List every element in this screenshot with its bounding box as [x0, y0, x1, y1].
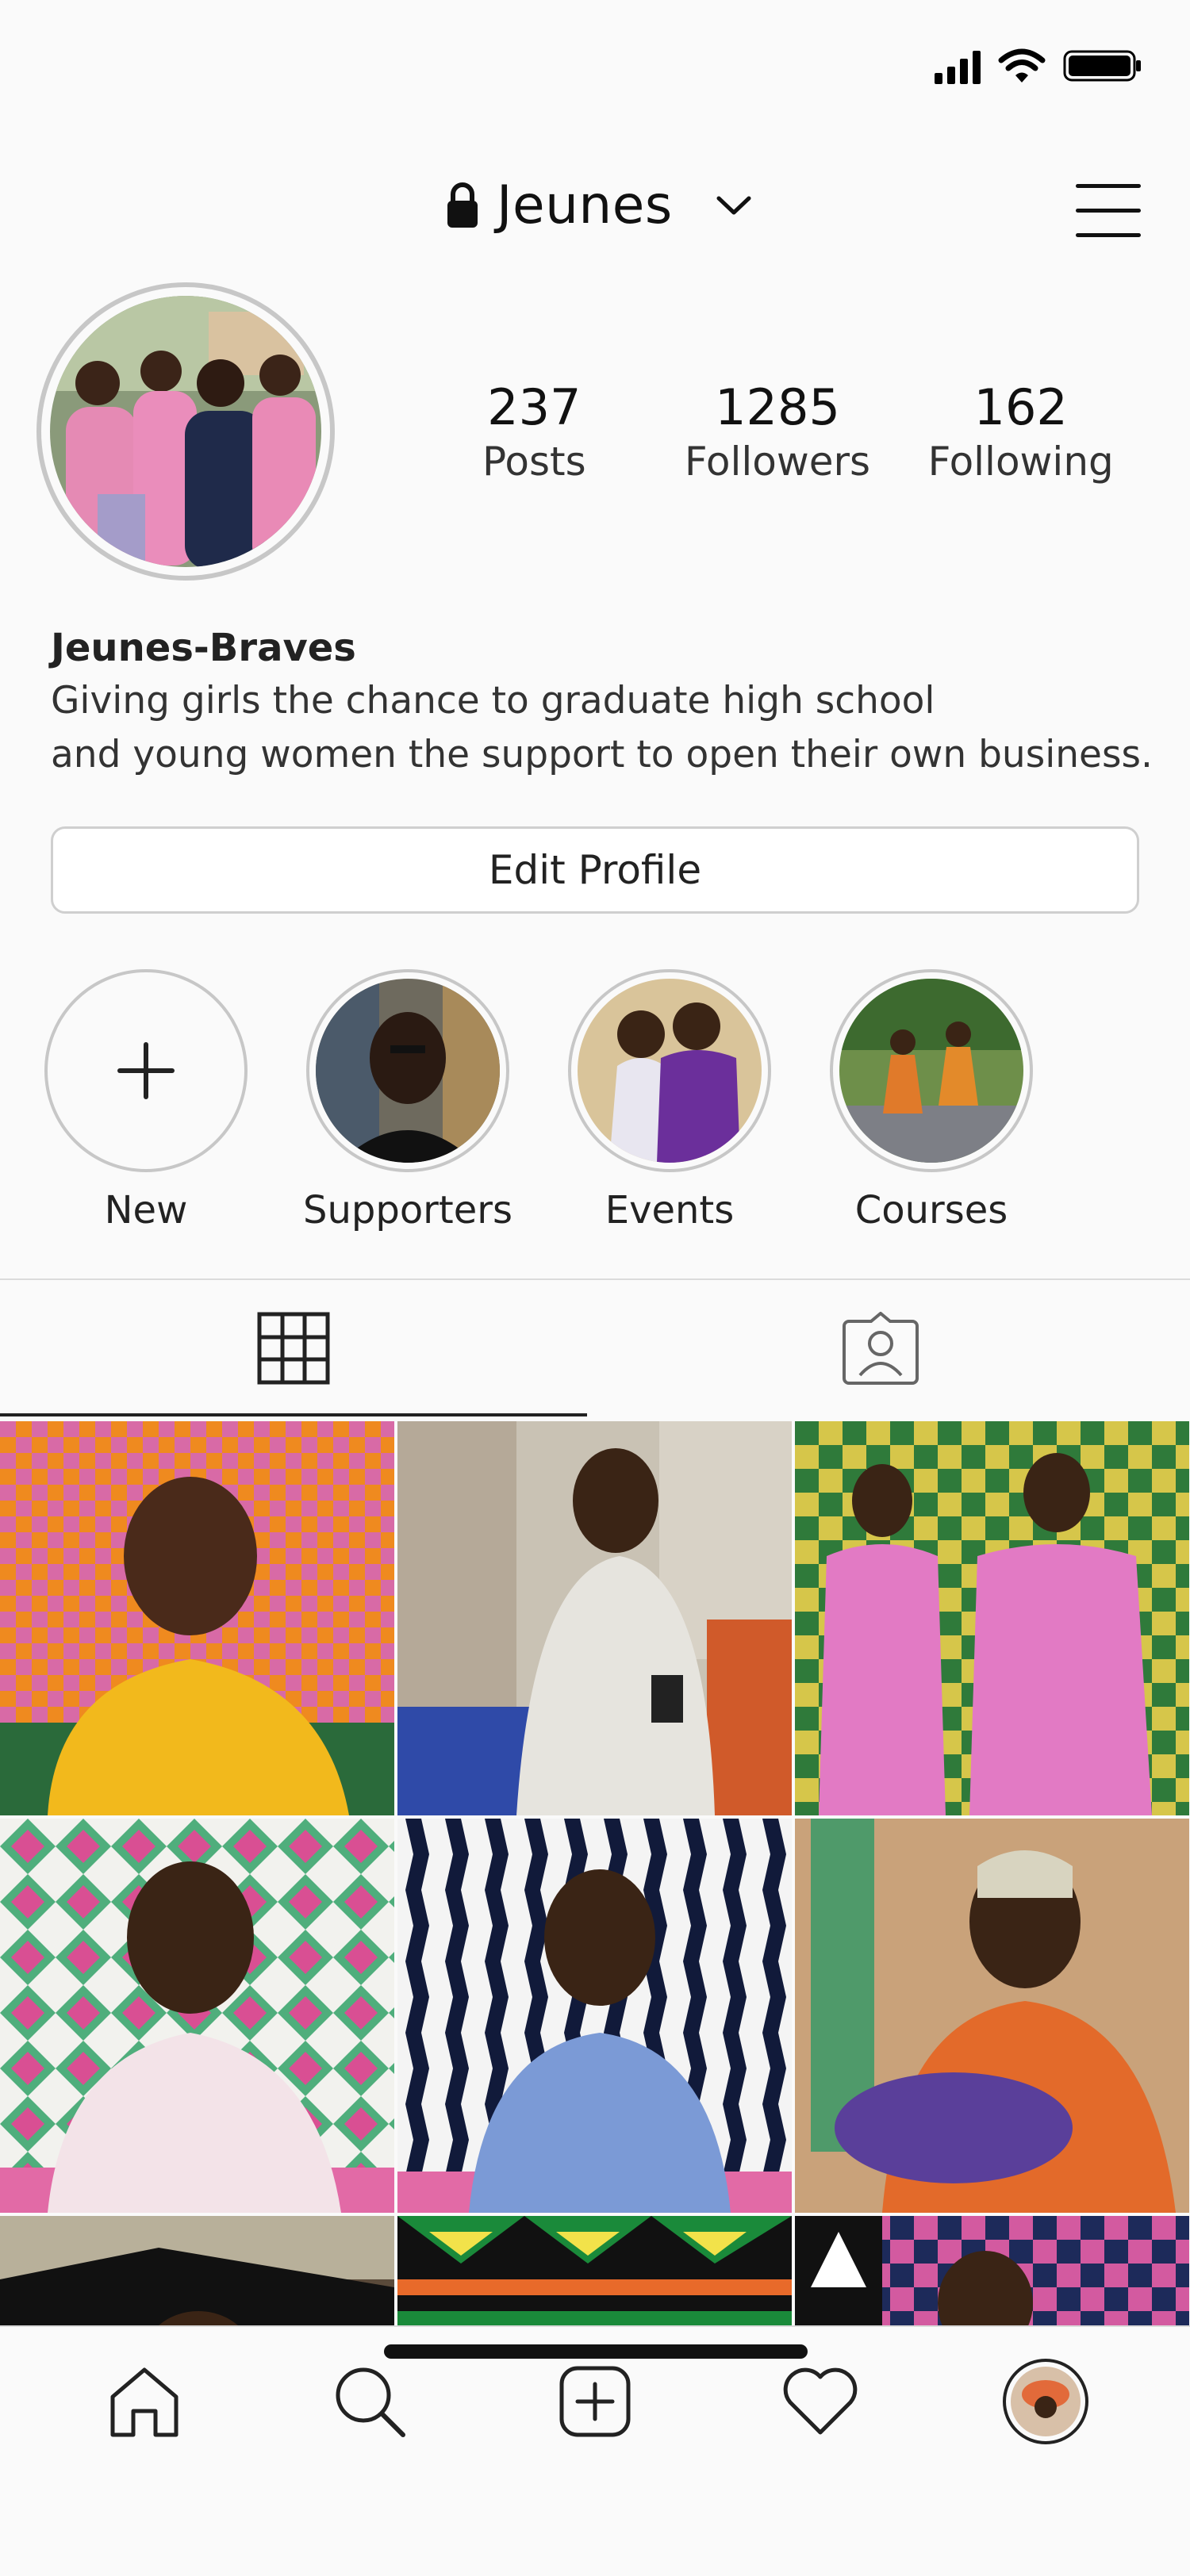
followers-label: Followers — [684, 439, 871, 485]
highlight-label: New — [104, 1188, 188, 1232]
add-post-icon — [559, 2366, 631, 2437]
profile-stats: 237 Posts 1285 Followers 162 Following — [413, 379, 1142, 487]
highlight-cover — [578, 979, 762, 1163]
cellular-signal-icon — [935, 48, 981, 84]
highlight-label: Courses — [854, 1188, 1008, 1232]
nav-home[interactable] — [97, 2354, 192, 2449]
tagged-person-icon — [843, 1312, 919, 1385]
post-thumbnail[interactable] — [397, 1819, 792, 2213]
bio-line-1: Giving girls the chance to graduate high… — [51, 679, 935, 723]
profile-tabs — [0, 1280, 1190, 1416]
highlight-label: Events — [605, 1188, 735, 1232]
profile-photo — [50, 296, 321, 567]
highlight-new[interactable]: New — [43, 969, 249, 1232]
new-highlight-circle[interactable] — [44, 969, 248, 1172]
post-thumbnail[interactable] — [397, 1421, 792, 1815]
stat-following[interactable]: 162 Following — [899, 379, 1142, 487]
stat-posts[interactable]: 237 Posts — [413, 379, 656, 487]
wifi-icon — [998, 48, 1046, 84]
highlight-events[interactable]: Events — [566, 969, 773, 1232]
lock-icon — [447, 182, 478, 228]
status-bar — [935, 48, 1142, 84]
username-title: Jeunes — [497, 174, 673, 236]
battery-icon — [1063, 48, 1142, 83]
tab-grid[interactable] — [0, 1280, 587, 1416]
highlight-circle[interactable] — [568, 969, 771, 1172]
display-name: Jeunes-Braves — [51, 626, 356, 670]
post-thumbnail[interactable] — [0, 1819, 394, 2213]
highlight-circle[interactable] — [306, 969, 509, 1172]
post-thumbnail[interactable] — [0, 1421, 394, 1815]
bottom-nav — [0, 2325, 1190, 2576]
stat-followers[interactable]: 1285 Followers — [656, 379, 900, 487]
highlight-cover — [839, 979, 1023, 1163]
instagram-profile-screen: Jeunes 237 Posts 1285 Followers 162 Foll… — [0, 0, 1190, 2576]
following-label: Following — [927, 439, 1114, 485]
account-switcher[interactable]: Jeunes — [444, 174, 752, 236]
chevron-down-icon[interactable] — [716, 194, 752, 217]
highlight-label: Supporters — [302, 1188, 513, 1232]
plus-icon — [117, 1042, 175, 1099]
home-icon — [110, 2367, 178, 2437]
heart-icon — [783, 2367, 858, 2435]
search-icon — [336, 2367, 405, 2437]
highlight-cover — [316, 979, 500, 1163]
profile-header: Jeunes — [0, 174, 1190, 254]
followers-count: 1285 — [715, 378, 840, 436]
profile-avatar-icon — [1003, 2359, 1088, 2444]
profile-bio: Jeunes-Braves Giving girls the chance to… — [51, 622, 1161, 782]
post-thumbnail[interactable] — [795, 1421, 1189, 1815]
profile-avatar[interactable] — [36, 282, 335, 581]
tab-tagged[interactable] — [587, 1280, 1174, 1416]
highlight-courses[interactable]: Courses — [828, 969, 1035, 1232]
posts-label: Posts — [482, 439, 586, 485]
story-highlights: New Supporters Events Courses — [43, 969, 1035, 1232]
posts-count: 237 — [487, 378, 582, 436]
post-thumbnail[interactable] — [795, 1819, 1189, 2213]
nav-add-post[interactable] — [547, 2354, 643, 2449]
following-count: 162 — [973, 378, 1068, 436]
grid-icon — [257, 1312, 330, 1385]
highlight-supporters[interactable]: Supporters — [302, 969, 513, 1232]
edit-profile-button[interactable]: Edit Profile — [51, 826, 1139, 914]
highlight-circle[interactable] — [830, 969, 1033, 1172]
hamburger-menu-icon[interactable] — [1073, 179, 1144, 241]
nav-activity[interactable] — [773, 2354, 868, 2449]
home-indicator[interactable] — [384, 2344, 808, 2359]
nav-search[interactable] — [322, 2354, 417, 2449]
bio-line-2: and young women the support to open thei… — [51, 733, 1153, 776]
nav-profile[interactable] — [998, 2354, 1093, 2449]
